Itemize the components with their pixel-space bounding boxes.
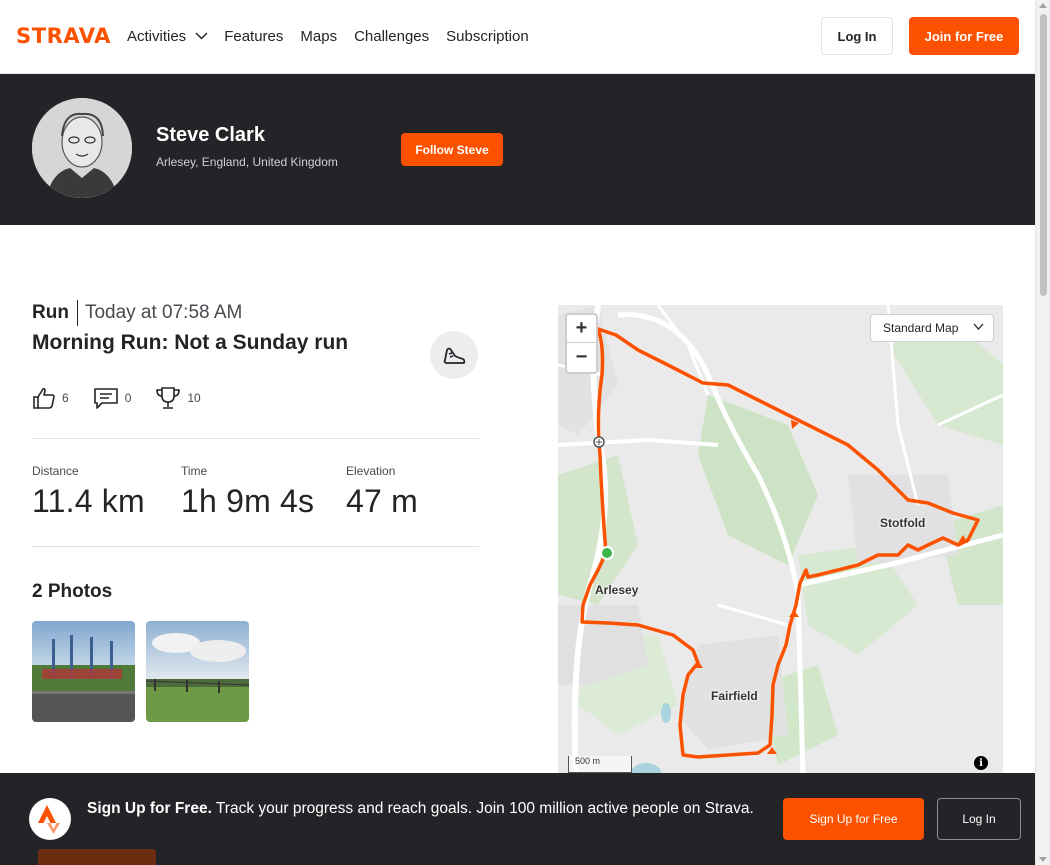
achievements-button[interactable]: 10 <box>155 385 201 411</box>
main-nav: Activities Features Maps Challenges Subs… <box>127 26 546 46</box>
map-label-arlesey: Arlesey <box>595 583 639 597</box>
achievements-count: 10 <box>187 391 201 405</box>
kudos-count: 6 <box>62 391 69 405</box>
activity-photo[interactable] <box>32 621 135 722</box>
scroll-up-icon[interactable] <box>1039 3 1047 8</box>
stat-value: 11.4 km <box>32 483 145 519</box>
map-scale-bar: 500 m <box>568 756 632 773</box>
activity-date: Today at 07:58 AM <box>84 302 243 323</box>
chevron-down-icon <box>973 323 984 330</box>
stat-elevation: Elevation 47 m <box>346 464 418 520</box>
comments-count: 0 <box>124 391 132 405</box>
nav-activities[interactable]: Activities <box>127 26 208 46</box>
stat-distance: Distance 11.4 km <box>32 464 145 520</box>
login-button[interactable]: Log In <box>821 17 893 55</box>
strava-wordmark-icon: STRAVA <box>16 24 111 48</box>
banner-text: Sign Up for Free. Track your progress an… <box>87 798 757 820</box>
scrollbar-thumb[interactable] <box>1040 14 1047 296</box>
follow-button[interactable]: Follow Steve <box>401 133 503 166</box>
trophy-icon <box>156 387 181 409</box>
stat-time: Time 1h 9m 4s <box>181 464 314 520</box>
nav-activities-label: Activities <box>127 27 187 45</box>
svg-text:STRAVA: STRAVA <box>16 26 111 44</box>
map-canvas <box>558 305 1003 775</box>
page: STRAVA Activities Features Maps Challeng… <box>0 0 1050 865</box>
athlete-location: Arlesey, England, United Kingdom <box>156 155 338 169</box>
activity-meta: Run Today at 07:58 AM <box>32 300 242 326</box>
photo-thumbnail <box>32 621 135 722</box>
activity-photo[interactable] <box>146 621 249 722</box>
nav-subscription[interactable]: Subscription <box>446 26 529 46</box>
activity-map[interactable]: + − Standard Map Stotfold Arlesey Fairfi… <box>558 305 1003 775</box>
avatar-image <box>32 98 132 198</box>
scroll-down-icon[interactable] <box>1039 857 1047 862</box>
page-scrollbar[interactable] <box>1035 0 1050 865</box>
zoom-in-button[interactable]: + <box>567 315 596 343</box>
strava-chevron-icon <box>38 805 60 834</box>
comment-icon <box>93 388 118 409</box>
join-for-free-button[interactable]: Join for Free <box>909 17 1019 55</box>
map-style-select[interactable]: Standard Map <box>870 314 994 342</box>
map-label-stotfold: Stotfold <box>880 516 926 530</box>
zoom-out-button[interactable]: − <box>567 343 596 371</box>
nav-challenges[interactable]: Challenges <box>354 26 429 46</box>
chevron-down-icon <box>195 32 208 40</box>
banner-headline: Sign Up for Free. <box>87 800 212 817</box>
stat-label: Distance <box>32 464 79 478</box>
comments-button[interactable]: 0 <box>93 386 132 410</box>
activity-title: Morning Run: Not a Sunday run <box>32 331 349 354</box>
signup-banner: Sign Up for Free. Track your progress an… <box>0 773 1035 865</box>
nav-features[interactable]: Features <box>224 26 283 46</box>
athlete-header: Steve Clark Arlesey, England, United Kin… <box>0 74 1035 225</box>
signup-button[interactable]: Sign Up for Free <box>783 798 924 840</box>
banner-body: Track your progress and reach goals. Joi… <box>215 800 754 817</box>
thumbs-up-icon <box>33 387 55 409</box>
map-info-icon[interactable]: i <box>974 756 988 770</box>
top-navigation: STRAVA Activities Features Maps Challeng… <box>0 0 1035 74</box>
stat-value: 47 m <box>346 483 418 519</box>
sport-type-badge <box>430 331 478 379</box>
nav-maps[interactable]: Maps <box>300 26 337 46</box>
athlete-avatar[interactable] <box>32 98 132 198</box>
partially-hidden-button <box>38 849 156 865</box>
kudos-button[interactable]: 6 <box>32 386 69 410</box>
divider <box>32 546 479 547</box>
athlete-name[interactable]: Steve Clark <box>156 124 265 147</box>
shoe-icon <box>443 347 466 364</box>
banner-login-button[interactable]: Log In <box>937 798 1021 840</box>
photo-thumbnail <box>146 621 249 722</box>
map-label-fairfield: Fairfield <box>711 689 758 703</box>
map-style-label: Standard Map <box>883 321 959 335</box>
divider <box>32 438 479 439</box>
activity-type: Run <box>32 300 78 326</box>
activity-social: 6 0 10 <box>32 384 225 412</box>
zoom-controls: + − <box>565 313 598 374</box>
photos-heading: 2 Photos <box>32 581 113 602</box>
stat-value: 1h 9m 4s <box>181 483 315 519</box>
stat-label: Elevation <box>346 464 396 478</box>
strava-logo[interactable]: STRAVA <box>16 24 111 49</box>
strava-app-icon <box>29 798 71 840</box>
stat-label: Time <box>181 464 208 478</box>
